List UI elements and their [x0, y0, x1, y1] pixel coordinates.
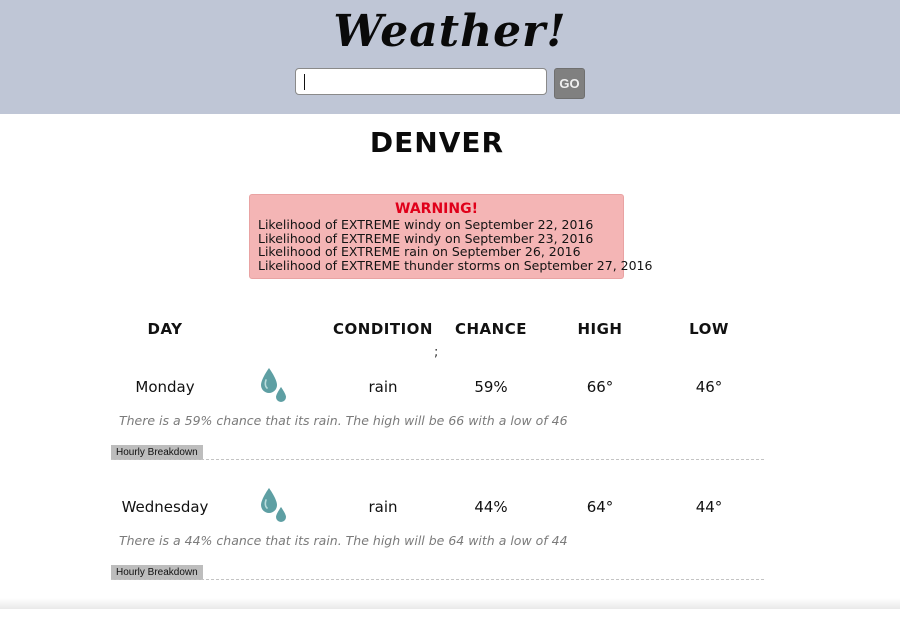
condition-value: rain [368, 378, 398, 396]
low-value: 46° [695, 378, 723, 396]
column-header-low: LOW [689, 320, 729, 338]
forecast-row: Monday rain 59% 66° 46° There is a 59% c… [0, 368, 900, 499]
bottom-edge-shadow [0, 598, 900, 609]
forecast-description: There is a 59% chance that its rain. The… [119, 413, 568, 428]
column-header-condition: CONDITION [333, 320, 433, 338]
hourly-breakdown-button[interactable]: Hourly Breakdown [111, 445, 203, 460]
column-header-high: HIGH [577, 320, 623, 338]
low-value: 44° [695, 498, 723, 516]
warning-line: Likelihood of EXTREME rain on September … [258, 244, 581, 259]
chance-value: 44% [474, 498, 508, 516]
warning-box: WARNING! Likelihood of EXTREME windy on … [249, 194, 653, 279]
city-title: DENVER [369, 126, 505, 159]
condition-value: rain [368, 498, 398, 516]
day-name: Monday [135, 378, 195, 396]
row-divider [111, 579, 764, 580]
app-title: Weather! [333, 6, 567, 57]
high-value: 66° [586, 378, 614, 396]
day-name: Wednesday [121, 498, 209, 516]
high-value: 64° [586, 498, 614, 516]
text-caret [304, 74, 305, 90]
header-bar: Weather! GO [0, 0, 900, 114]
chance-value: 59% [474, 378, 508, 396]
hourly-breakdown-button[interactable]: Hourly Breakdown [111, 565, 203, 580]
warning-title: WARNING! [395, 201, 478, 217]
warning-line: Likelihood of EXTREME windy on September… [258, 217, 594, 232]
rain-drops-icon [261, 488, 286, 522]
warning-line: Likelihood of EXTREME thunder storms on … [258, 257, 653, 273]
forecast-description: There is a 44% chance that its rain. The… [119, 533, 568, 548]
column-header-day: DAY [147, 320, 183, 338]
warning-line: Likelihood of EXTREME windy on September… [258, 230, 594, 246]
row-divider [111, 459, 764, 460]
city-search-input[interactable] [295, 68, 547, 95]
column-header-chance: CHANCE [455, 320, 527, 338]
go-button[interactable]: GO [554, 68, 585, 99]
rain-drops-icon [261, 368, 286, 402]
stray-semicolon: ; [434, 345, 439, 360]
